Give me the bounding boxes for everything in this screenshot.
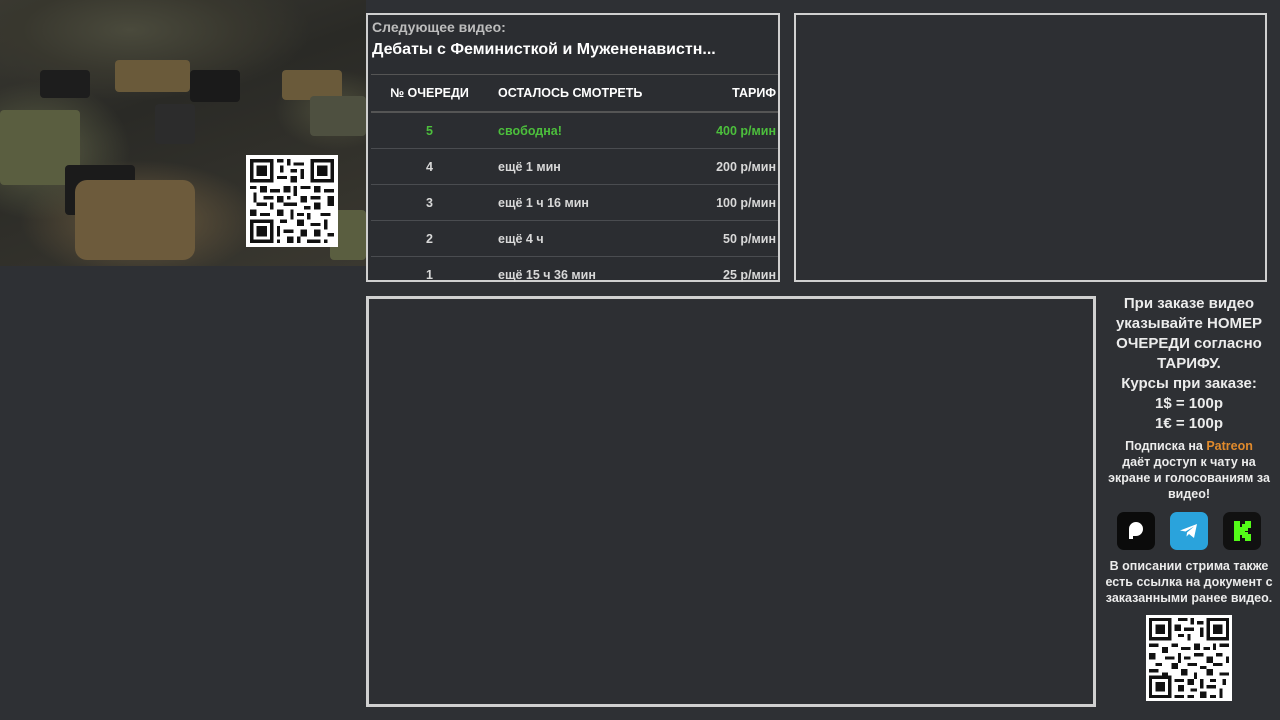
queue-number: 5 bbox=[371, 112, 488, 149]
rate: 25 р/мин bbox=[723, 267, 776, 282]
column-header-rate: ТАРИФ bbox=[694, 74, 778, 113]
queue-number: 2 bbox=[371, 220, 488, 257]
main-video-frame bbox=[366, 296, 1096, 707]
remaining-time: ещё 1 ч 16 мин bbox=[488, 184, 695, 221]
patreon-icon[interactable] bbox=[1117, 512, 1155, 550]
patreon-link[interactable]: Patreon bbox=[1206, 439, 1253, 453]
rate: 100 р/мин bbox=[694, 184, 778, 221]
next-video-title: Дебаты с Феминисткой и Мужененавистн... bbox=[372, 41, 716, 58]
next-video-label: Следующее видео: bbox=[372, 19, 506, 35]
rate: 200 р/мин bbox=[694, 148, 778, 185]
column-header-queue-number: № ОЧЕРЕДИ bbox=[371, 74, 488, 113]
subscription-prefix: Подписка на bbox=[1125, 439, 1207, 453]
subscription-note: Подписка на Patreon даёт доступ к чату н… bbox=[1100, 438, 1278, 502]
table-row: 3 ещё 1 ч 16 мин 100 р/мин bbox=[371, 184, 778, 221]
rate: 50 р/мин bbox=[694, 220, 778, 257]
remaining-time: ещё 1 мин bbox=[488, 148, 695, 185]
table-row: 5 свободна! 400 р/мин bbox=[371, 112, 778, 149]
qr-code bbox=[246, 155, 338, 247]
kick-icon[interactable] bbox=[1223, 512, 1261, 550]
subscription-suffix: даёт доступ к чату на экране и голосован… bbox=[1108, 455, 1270, 501]
rate-usd: 1$ = 100р bbox=[1155, 395, 1223, 412]
rate-eur: 1€ = 100р bbox=[1155, 415, 1223, 432]
table-row: 2 ещё 4 ч 50 р/мин bbox=[371, 220, 778, 257]
queue-number: 3 bbox=[371, 184, 488, 221]
telegram-icon[interactable] bbox=[1170, 512, 1208, 550]
rate: 400 р/мин bbox=[694, 112, 778, 149]
remaining-time: ещё 4 ч bbox=[488, 220, 695, 257]
remaining-time: свободна! bbox=[488, 112, 695, 149]
table-row: 1 ещё 15 ч 36 мин 25 р/мин bbox=[371, 257, 778, 293]
stream-background-photo bbox=[0, 0, 366, 266]
qr-code-small bbox=[1146, 615, 1232, 701]
rates-title: Курсы при заказе: bbox=[1121, 375, 1257, 392]
queue-number: 1 bbox=[426, 267, 433, 282]
column-header-remaining: ОСТАЛОСЬ СМОТРЕТЬ bbox=[488, 74, 695, 113]
secondary-video-frame bbox=[794, 13, 1267, 282]
qr-code-icon bbox=[1149, 618, 1229, 698]
social-icons bbox=[1100, 512, 1278, 550]
order-note: При заказе видео указывайте НОМЕР ОЧЕРЕД… bbox=[1115, 295, 1263, 372]
queue-table-header: № ОЧЕРЕДИ ОСТАЛОСЬ СМОТРЕТЬ ТАРИФ bbox=[371, 74, 778, 113]
info-sidebar: При заказе видео указывайте НОМЕР ОЧЕРЕД… bbox=[1100, 294, 1278, 701]
qr-code-icon bbox=[250, 159, 334, 243]
remaining-time: ещё 15 ч 36 мин bbox=[498, 267, 596, 282]
queue-number: 4 bbox=[371, 148, 488, 185]
queue-panel: Следующее видео: Дебаты с Феминисткой и … bbox=[366, 13, 780, 282]
table-row: 4 ещё 1 мин 200 р/мин bbox=[371, 148, 778, 185]
document-note: В описании стрима также есть ссылка на д… bbox=[1105, 559, 1273, 605]
queue-table: № ОЧЕРЕДИ ОСТАЛОСЬ СМОТРЕТЬ ТАРИФ 5 своб… bbox=[371, 74, 778, 292]
